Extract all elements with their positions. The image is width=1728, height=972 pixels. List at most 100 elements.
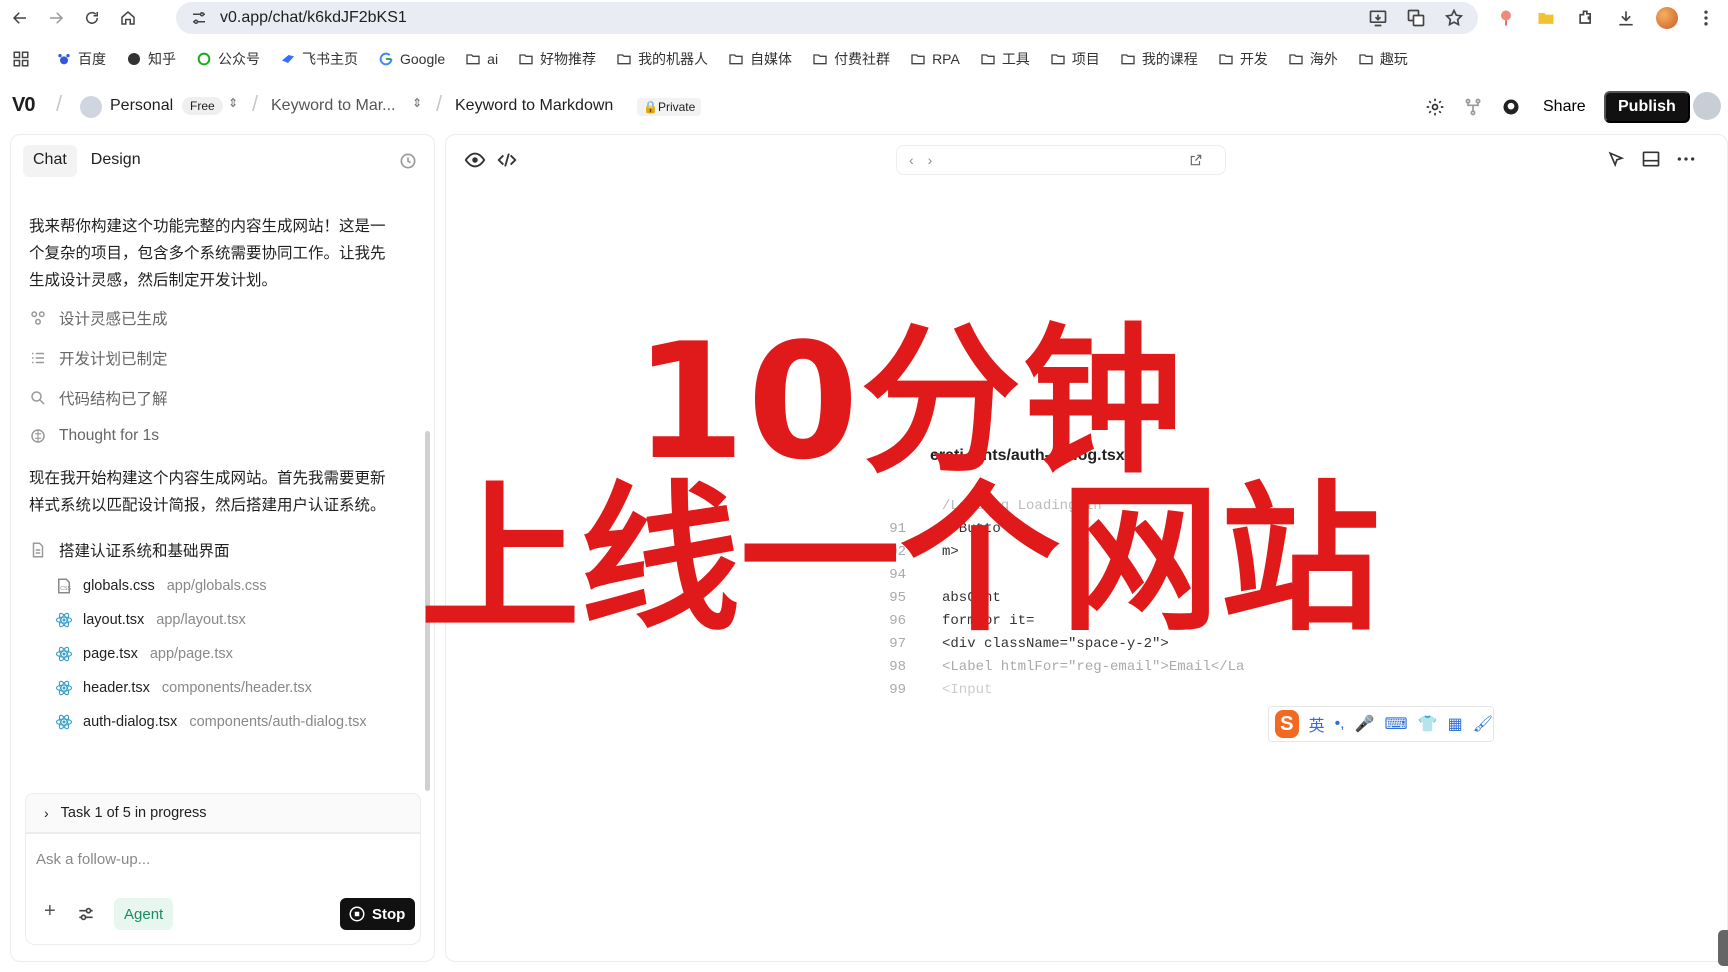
bookmark-star-icon[interactable] xyxy=(1444,8,1464,28)
microphone-icon[interactable]: 🎤 xyxy=(1355,714,1375,734)
bookmark-folder[interactable]: 项目 xyxy=(1050,49,1100,69)
workspace-name[interactable]: Personal xyxy=(110,97,173,115)
bookmark-folder[interactable]: ai xyxy=(465,51,498,67)
folder-icon xyxy=(617,54,631,65)
bookmark-zhihu[interactable]: 知乎 xyxy=(126,49,176,69)
more-vertical-icon[interactable] xyxy=(1698,8,1714,28)
bookmark-folder[interactable]: 海外 xyxy=(1288,49,1338,69)
edge-handle[interactable] xyxy=(1718,930,1728,966)
step-item[interactable]: Thought for 1s xyxy=(29,427,159,445)
install-app-icon[interactable] xyxy=(1368,8,1388,28)
bookmark-folder[interactable]: 开发 xyxy=(1218,49,1268,69)
step-item[interactable]: 开发计划已制定 xyxy=(29,347,168,369)
site-settings-icon[interactable] xyxy=(190,9,208,27)
browser-toolbar: v0.app/chat/k6kdJF2bKS1 xyxy=(0,0,1728,36)
preview-url-bar[interactable]: ‹ › xyxy=(896,145,1226,175)
file-item[interactable]: layout.tsx app/layout.tsx xyxy=(55,611,246,629)
visibility-badge[interactable]: 🔒Private xyxy=(637,98,702,116)
stop-button[interactable]: Stop xyxy=(340,898,416,930)
plan-badge: Free xyxy=(182,97,223,115)
ime-toolbar[interactable]: S 英 •, 🎤 ⌨ 👕 ▦ 🖌 xyxy=(1268,706,1494,742)
brush-icon[interactable]: 🖌 xyxy=(1473,714,1493,734)
follow-up-input[interactable] xyxy=(36,844,406,874)
agent-mode-button[interactable]: Agent xyxy=(114,898,174,930)
user-avatar[interactable] xyxy=(1693,92,1721,120)
task-progress-bar[interactable]: › Task 1 of 5 in progress xyxy=(25,793,421,833)
layout-panel-icon[interactable] xyxy=(1641,149,1661,169)
file-item[interactable]: auth-dialog.tsx components/auth-dialog.t… xyxy=(55,713,367,731)
tab-design[interactable]: Design xyxy=(81,145,151,177)
file-item[interactable]: page.tsx app/page.tsx xyxy=(55,645,233,663)
more-horizontal-icon[interactable] xyxy=(1676,149,1696,169)
react-icon xyxy=(55,646,73,662)
keyboard-icon[interactable]: ⌨ xyxy=(1385,714,1408,734)
code-icon[interactable] xyxy=(496,149,518,171)
gear-icon xyxy=(1426,98,1444,116)
bookmark-folder[interactable]: 趣玩 xyxy=(1358,49,1408,69)
video-caption-line2: 上线一个网站 xyxy=(420,466,1381,653)
bookmark-folder[interactable]: 工具 xyxy=(980,49,1030,69)
download-icon[interactable] xyxy=(1616,8,1636,28)
url-text[interactable]: v0.app/chat/k6kdJF2bKS1 xyxy=(220,9,407,27)
panel-tabs: Chat Design xyxy=(23,145,151,177)
tab-chat[interactable]: Chat xyxy=(23,145,77,177)
code-line: 99 <Input xyxy=(889,682,993,698)
step-item[interactable]: 代码结构已了解 xyxy=(29,387,168,409)
project-name[interactable]: Keyword to Mar... xyxy=(271,97,396,115)
bookmark-folder[interactable]: 好物推荐 xyxy=(518,49,596,69)
github-button[interactable] xyxy=(1500,96,1522,118)
globe-icon xyxy=(128,53,140,65)
bookmark-folder[interactable]: 付费社群 xyxy=(812,49,890,69)
forward-button[interactable] xyxy=(40,2,72,34)
extensions-puzzle-icon[interactable] xyxy=(1576,8,1596,28)
chevron-left-icon[interactable]: ‹ xyxy=(909,152,914,168)
chevron-up-down-icon[interactable]: ⇕ xyxy=(412,96,422,110)
sliders-icon[interactable] xyxy=(76,904,96,924)
reload-button[interactable] xyxy=(76,2,108,34)
google-icon xyxy=(379,52,393,66)
ime-language-toggle[interactable]: 英 xyxy=(1309,712,1325,736)
bookmark-folder[interactable]: RPA xyxy=(910,51,960,67)
bookmark-feishu[interactable]: 飞书主页 xyxy=(280,49,358,69)
translate-icon[interactable] xyxy=(1406,8,1426,28)
external-link-icon[interactable] xyxy=(1189,153,1203,167)
file-item[interactable]: header.tsx components/header.tsx xyxy=(55,679,312,697)
stop-circle-icon xyxy=(349,906,365,922)
eye-icon[interactable] xyxy=(464,149,486,171)
bookmark-folder[interactable]: 自媒体 xyxy=(728,49,792,69)
bookmark-folder[interactable]: 我的课程 xyxy=(1120,49,1198,69)
toolbox-grid-icon[interactable]: ▦ xyxy=(1448,714,1463,734)
chevron-up-down-icon[interactable]: ⇕ xyxy=(228,96,238,110)
file-item[interactable]: CSS globals.css app/globals.css xyxy=(55,577,267,595)
separator: / xyxy=(252,91,259,116)
plus-icon[interactable]: + xyxy=(44,900,56,923)
history-icon[interactable] xyxy=(398,151,418,171)
share-button[interactable]: Share xyxy=(1531,93,1598,121)
workspace-avatar xyxy=(80,96,102,118)
chevron-right-icon[interactable]: › xyxy=(928,152,933,168)
step-item[interactable]: 设计灵感已生成 xyxy=(29,307,168,329)
apps-grid-icon[interactable] xyxy=(12,50,30,68)
bookmark-folder[interactable]: 我的机器人 xyxy=(616,49,708,69)
skin-icon[interactable]: 👕 xyxy=(1418,714,1438,734)
bookmark-baidu[interactable]: 百度 xyxy=(56,49,106,69)
bookmark-google[interactable]: Google xyxy=(378,51,445,67)
home-button[interactable] xyxy=(112,2,144,34)
select-cursor-icon[interactable] xyxy=(1606,149,1626,169)
extension-folder-icon[interactable] xyxy=(1536,8,1556,28)
fork-button[interactable] xyxy=(1462,96,1484,118)
settings-button[interactable] xyxy=(1424,96,1446,118)
publish-button[interactable]: Publish xyxy=(1604,91,1690,123)
task-group[interactable]: 搭建认证系统和基础界面 xyxy=(29,539,230,561)
sogou-logo[interactable]: S xyxy=(1275,710,1299,738)
punctuation-icon[interactable]: •, xyxy=(1335,715,1345,733)
bookmark-wechat[interactable]: 公众号 xyxy=(196,49,260,69)
chevron-right-icon: › xyxy=(44,805,49,821)
reload-icon xyxy=(86,11,98,24)
extension-pin-icon[interactable] xyxy=(1496,8,1516,28)
profile-avatar[interactable] xyxy=(1656,7,1678,29)
address-bar[interactable]: v0.app/chat/k6kdJF2bKS1 xyxy=(176,2,1478,34)
v0-logo[interactable]: V0 xyxy=(12,94,35,117)
back-button[interactable] xyxy=(4,2,36,34)
chat-title[interactable]: Keyword to Markdown xyxy=(455,97,613,115)
